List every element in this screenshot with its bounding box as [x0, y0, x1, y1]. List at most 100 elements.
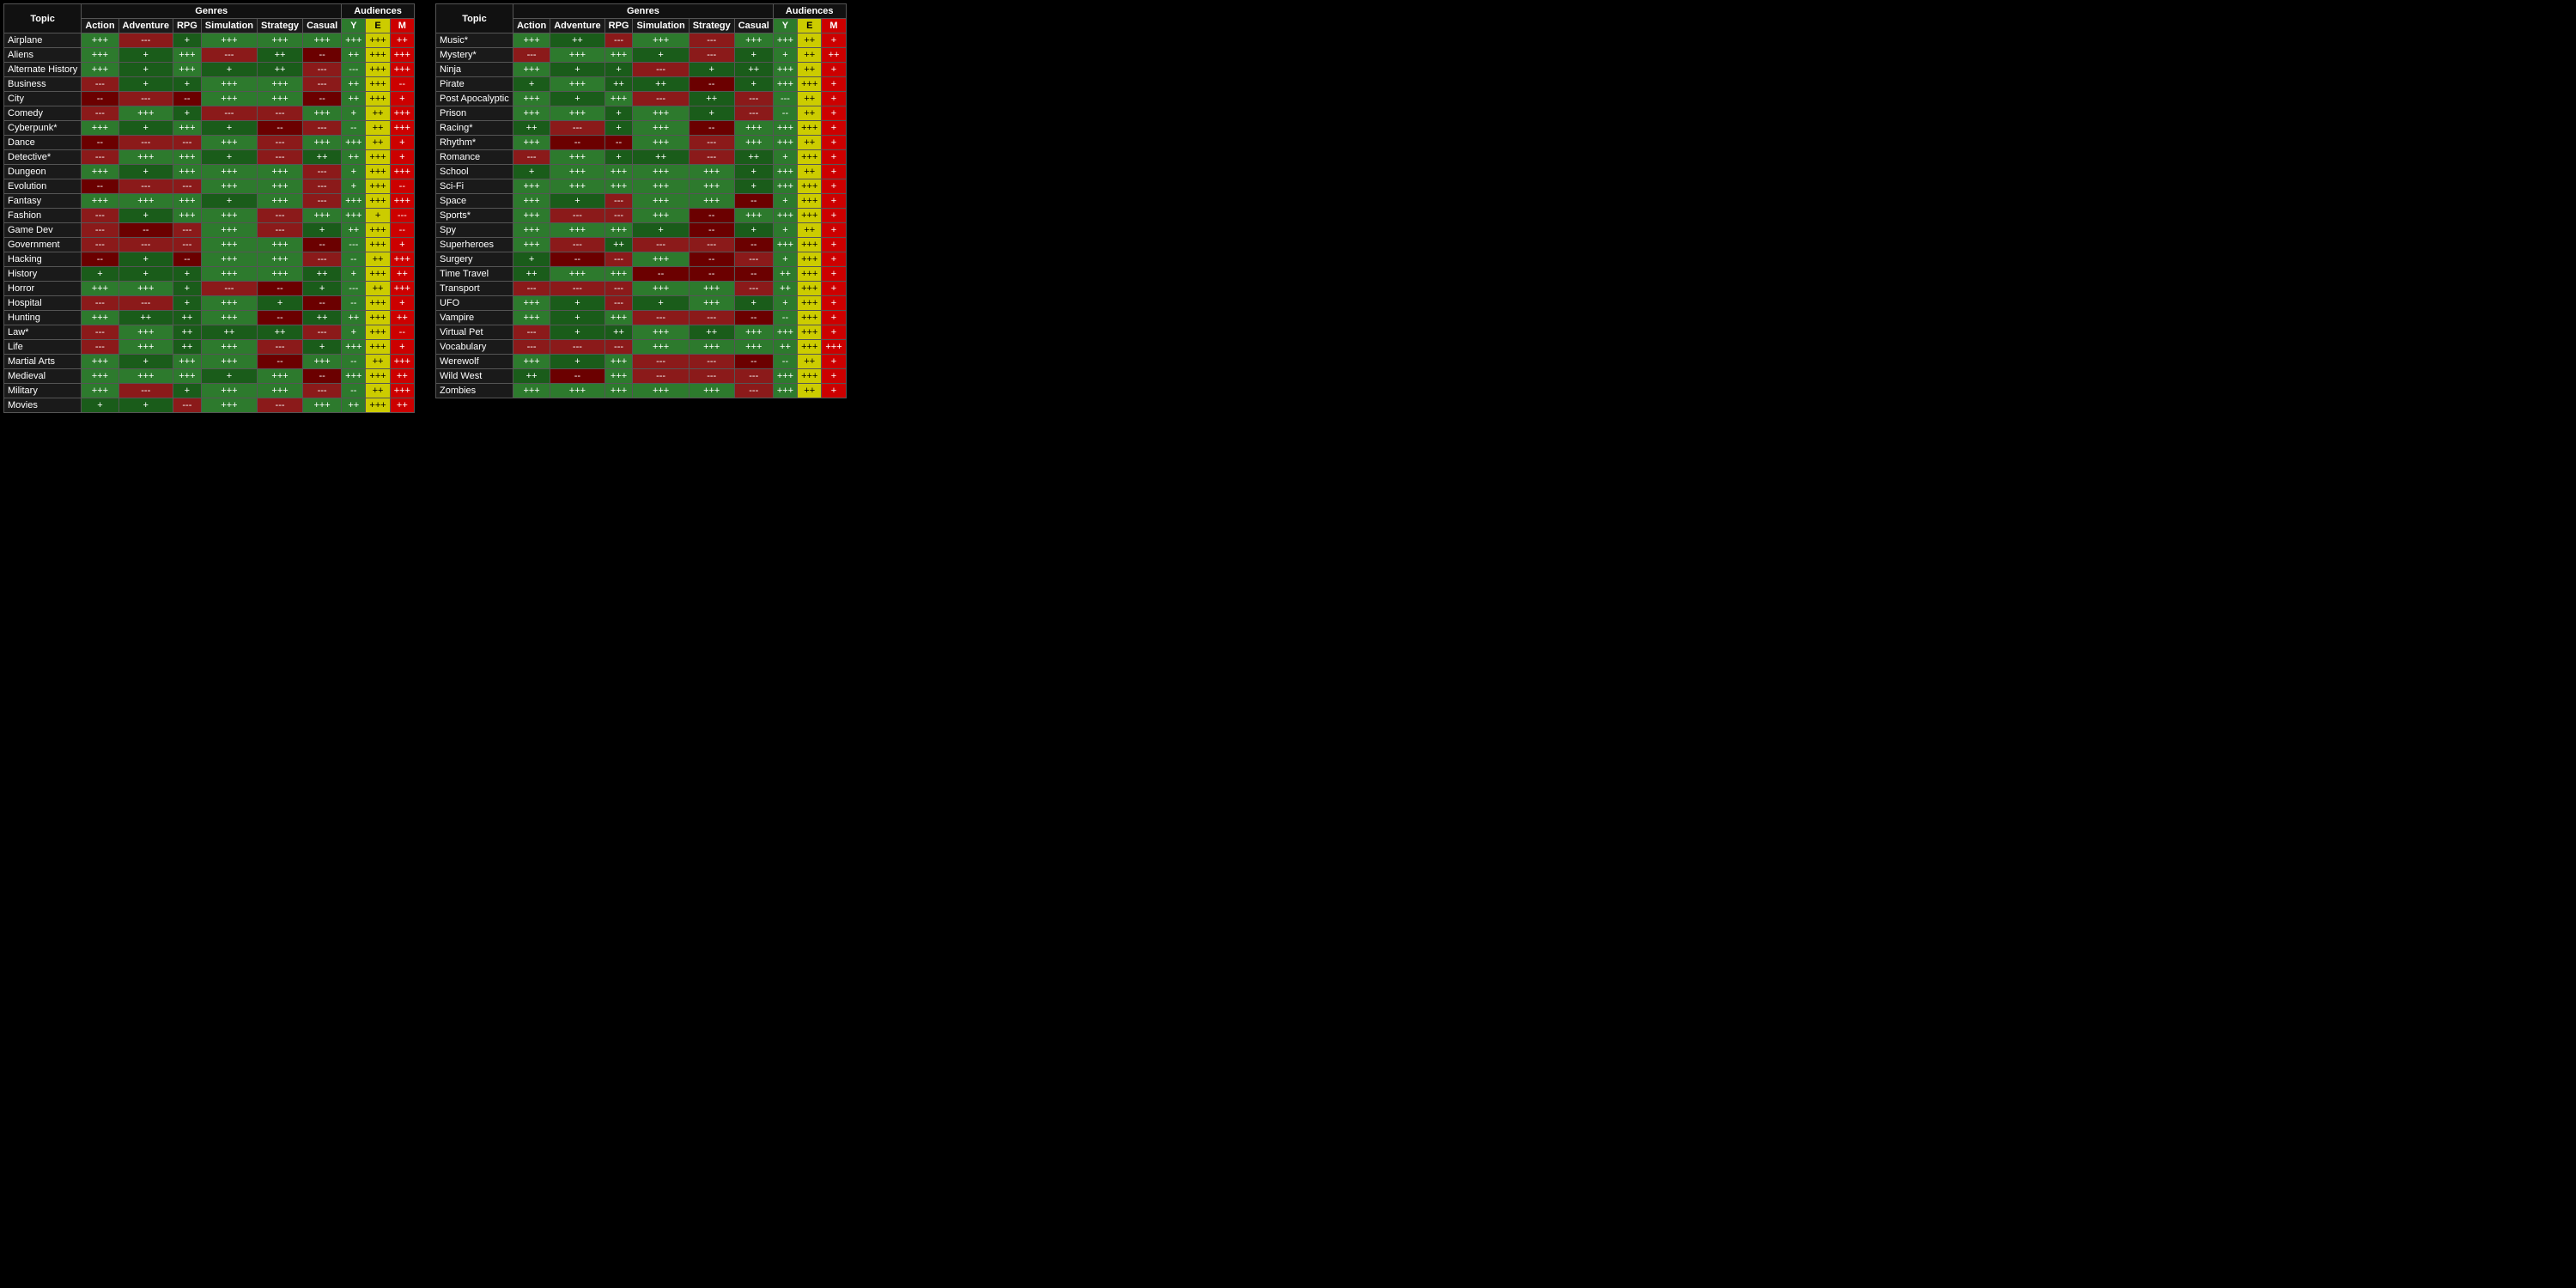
genre-cell-simulation: ---: [201, 48, 257, 63]
table-row: Cyberpunk*++++++++-------+++++: [4, 121, 415, 136]
table-row: Dance--------+++---+++++++++: [4, 136, 415, 150]
aud-cell-e: +++: [366, 296, 390, 311]
genre-cell-simulation: ---: [633, 355, 689, 369]
aud-cell-e: +++: [798, 311, 822, 325]
table-row: Fashion---+++++++---+++++++---: [4, 209, 415, 223]
genre-cell-rpg: ---: [605, 209, 633, 223]
aud-cell-m: +++: [390, 355, 414, 369]
genre-cell-rpg: +++: [605, 92, 633, 106]
aud-cell-y: ++: [773, 282, 797, 296]
aud-cell-y: +++: [773, 33, 797, 48]
genre-cell-adventure: +: [550, 194, 605, 209]
genre-cell-simulation: +++: [201, 267, 257, 282]
genre-cell-adventure: +++: [550, 223, 605, 238]
genre-cell-adventure: ++: [550, 33, 605, 48]
aud-header-e: E: [366, 19, 390, 33]
topic-cell: Music*: [435, 33, 513, 48]
aud-cell-e: +++: [366, 92, 390, 106]
topic-cell: Transport: [435, 282, 513, 296]
aud-cell-m: --: [390, 223, 414, 238]
aud-cell-y: ++: [773, 267, 797, 282]
genre-cell-adventure: +: [118, 209, 173, 223]
genre-cell-strategy: +++: [689, 340, 734, 355]
genre-cell-action: +++: [82, 384, 118, 398]
aud-cell-e: +++: [798, 77, 822, 92]
genre-cell-rpg: ---: [173, 398, 201, 413]
aud-cell-y: +++: [342, 33, 366, 48]
aud-cell-y: +++: [773, 209, 797, 223]
genre-cell-adventure: +: [118, 355, 173, 369]
table-row: Aliens+++++++---++--++++++++: [4, 48, 415, 63]
genre-cell-rpg: +++: [173, 369, 201, 384]
aud-cell-m: +: [822, 121, 846, 136]
genre-cell-action: ---: [513, 325, 550, 340]
genre-cell-simulation: +++: [201, 92, 257, 106]
aud-cell-m: +: [822, 267, 846, 282]
genre-cell-action: +: [513, 165, 550, 179]
genre-cell-simulation: +++: [201, 355, 257, 369]
aud-cell-e: +++: [798, 194, 822, 209]
genre-cell-simulation: +++: [201, 384, 257, 398]
genre-cell-action: ---: [82, 340, 118, 355]
genre-cell-strategy: --: [258, 121, 303, 136]
aud-cell-m: +: [822, 369, 846, 384]
genre-cell-strategy: +++: [258, 238, 303, 252]
genre-cell-adventure: +++: [550, 179, 605, 194]
aud-cell-e: ++: [798, 384, 822, 398]
topic-cell: Dance: [4, 136, 82, 150]
genre-cell-simulation: +++: [633, 194, 689, 209]
col-header-simulation: Simulation: [201, 19, 257, 33]
genre-cell-strategy: --: [689, 223, 734, 238]
genre-cell-rpg: +: [173, 33, 201, 48]
genre-cell-strategy: +++: [258, 33, 303, 48]
aud-cell-y: +++: [342, 340, 366, 355]
genre-cell-strategy: +++: [258, 369, 303, 384]
genre-cell-rpg: ++: [173, 325, 201, 340]
table-row: Life---++++++++---++++++++: [4, 340, 415, 355]
genre-cell-casual: ++: [303, 311, 342, 325]
aud-cell-e: ++: [798, 48, 822, 63]
aud-cell-y: +: [773, 48, 797, 63]
genre-cell-simulation: +++: [201, 311, 257, 325]
genre-cell-action: ---: [82, 209, 118, 223]
topic-cell: Cyberpunk*: [4, 121, 82, 136]
topic-cell: Time Travel: [435, 267, 513, 282]
topic-cell: Mystery*: [435, 48, 513, 63]
genre-cell-casual: --: [303, 48, 342, 63]
genre-cell-simulation: +++: [633, 165, 689, 179]
genre-cell-strategy: +++: [258, 165, 303, 179]
topic-cell: Wild West: [435, 369, 513, 384]
genre-cell-simulation: +++: [633, 106, 689, 121]
genre-cell-casual: +++: [303, 355, 342, 369]
topic-cell: Movies: [4, 398, 82, 413]
genre-cell-simulation: ++: [201, 325, 257, 340]
genre-cell-simulation: ++: [633, 150, 689, 165]
genre-cell-casual: ---: [303, 121, 342, 136]
table-row: Vocabulary---------+++++++++++++++++: [435, 340, 846, 355]
genre-cell-casual: +: [734, 223, 773, 238]
genre-cell-casual: +: [303, 282, 342, 296]
genre-cell-action: +++: [513, 63, 550, 77]
genre-cell-rpg: --: [173, 252, 201, 267]
genre-cell-action: +++: [82, 165, 118, 179]
genre-cell-casual: ++: [734, 63, 773, 77]
genre-cell-strategy: +++: [258, 252, 303, 267]
genre-cell-casual: ---: [734, 369, 773, 384]
genre-cell-rpg: +++: [173, 209, 201, 223]
genre-cell-adventure: --: [118, 223, 173, 238]
table-row: Rhythm*+++----+++---+++++++++: [435, 136, 846, 150]
aud-cell-m: +: [822, 33, 846, 48]
table-row: Comedy---++++------+++++++++: [4, 106, 415, 121]
col-header-adventure: Adventure: [550, 19, 605, 33]
genre-cell-action: +++: [513, 106, 550, 121]
table-row: Game Dev--------+++---++++++--: [4, 223, 415, 238]
genre-cell-adventure: --: [550, 136, 605, 150]
genre-cell-strategy: ---: [689, 238, 734, 252]
genre-cell-adventure: +: [550, 63, 605, 77]
aud-header-y: Y: [342, 19, 366, 33]
aud-cell-y: ---: [773, 92, 797, 106]
aud-cell-e: +++: [366, 238, 390, 252]
genre-cell-action: ---: [82, 77, 118, 92]
table-row: Werewolf+++++++----------+++: [435, 355, 846, 369]
genre-cell-strategy: +++: [689, 282, 734, 296]
